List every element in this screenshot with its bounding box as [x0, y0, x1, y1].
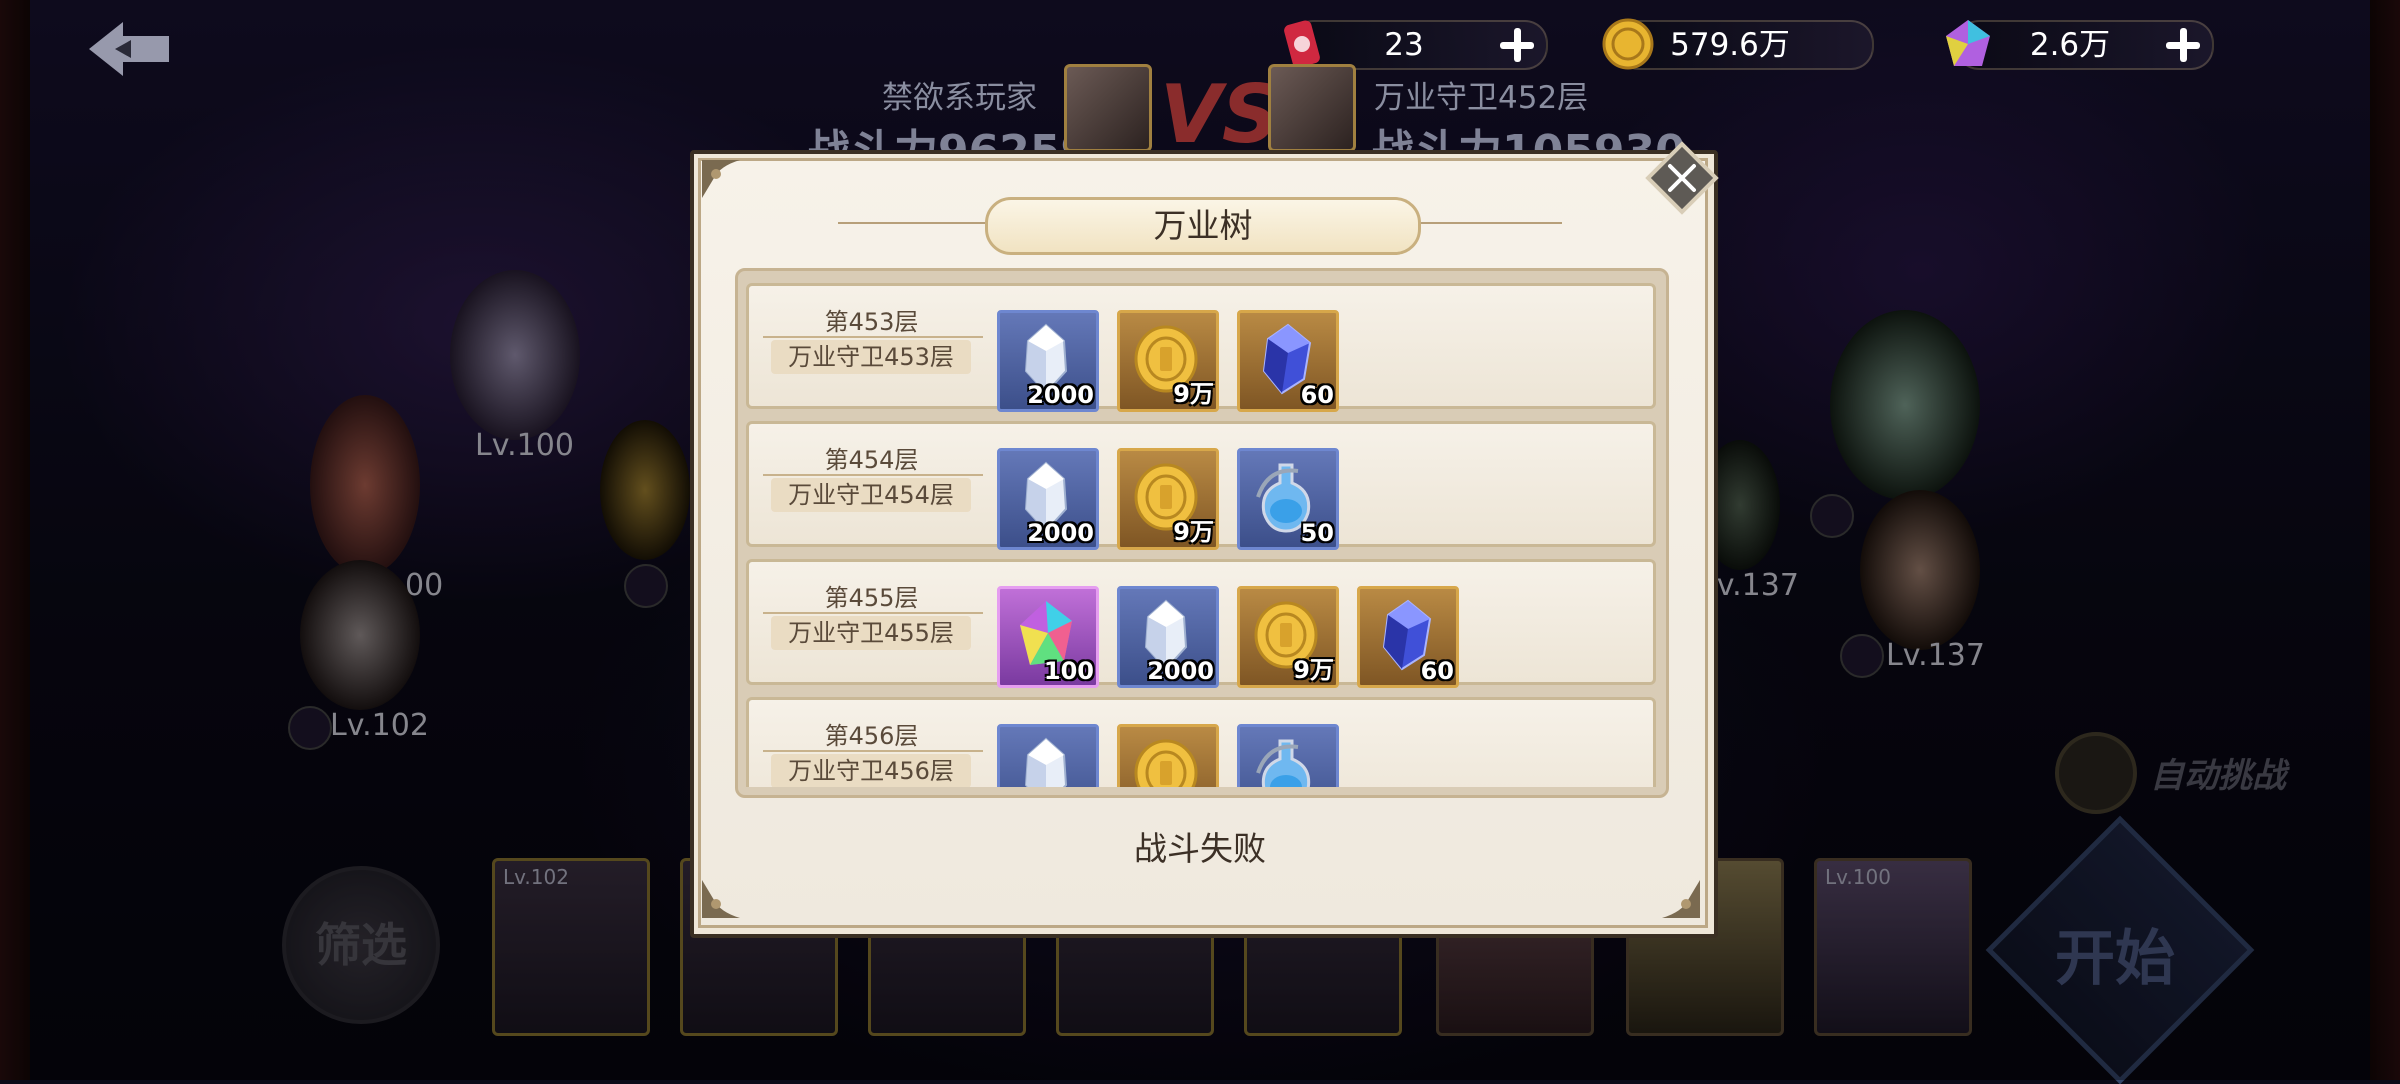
item-quantity: 60	[1420, 657, 1454, 685]
dialog-title: 万业树	[1153, 206, 1253, 245]
gold-value: 579.6万	[1670, 27, 1790, 63]
enemy-avatar	[1268, 64, 1356, 152]
row-divider	[763, 612, 983, 614]
gem-resource: 2.6万	[1946, 20, 2214, 70]
reward-item[interactable]: 50	[1237, 448, 1339, 550]
item-quantity: 2000	[1027, 381, 1094, 409]
reward-item[interactable]: 9万	[1117, 724, 1219, 787]
title-divider	[1412, 222, 1562, 224]
item-quantity: 2000	[1147, 657, 1214, 685]
reward-row: 第456层万业守卫456层 2000 9万 50	[746, 697, 1656, 787]
reward-item[interactable]: 60	[1357, 586, 1459, 688]
vs-label: VS	[1160, 68, 1280, 161]
reward-row: 第455层万业守卫455层 100 2000 9万 60	[746, 559, 1656, 688]
reward-item[interactable]: 60	[1237, 310, 1339, 412]
row-divider	[763, 474, 983, 476]
reward-list[interactable]: 第453层万业守卫453层 2000 9万 60 第454层万业守卫454层 2000 9万…	[735, 268, 1669, 798]
reward-item[interactable]: 9万	[1117, 448, 1219, 550]
floor-label: 第453层	[824, 308, 919, 336]
gem-value: 2.6万	[2029, 27, 2111, 63]
floor-label: 第456层	[824, 722, 919, 750]
row-divider	[763, 336, 983, 338]
reward-item[interactable]: 2000	[1117, 586, 1219, 688]
item-quantity: 9万	[1173, 380, 1214, 408]
add-energy-button[interactable]	[1498, 26, 1536, 64]
player-name: 禁欲系玩家	[882, 80, 1037, 116]
floor-guard-name: 万业守卫455层	[771, 616, 971, 650]
energy-value: 23	[1384, 27, 1424, 63]
reward-item[interactable]: 2000	[997, 310, 1099, 412]
floor-guard-name: 万业守卫453层	[771, 340, 971, 374]
reward-item[interactable]: 100	[997, 586, 1099, 688]
item-quantity: 9万	[1173, 518, 1214, 546]
player-avatar	[1064, 64, 1152, 152]
floor-guard-name: 万业守卫454层	[771, 478, 971, 512]
corner-ornament-icon	[702, 880, 740, 918]
reward-item[interactable]: 50	[1237, 724, 1339, 787]
reward-row: 第454层万业守卫454层 2000 9万 50	[746, 421, 1656, 550]
item-quantity: 9万	[1293, 656, 1334, 684]
enemy-name: 万业守卫452层	[1374, 80, 1589, 116]
reward-list-scroll[interactable]: 第453层万业守卫453层 2000 9万 60 第454层万业守卫454层 2000 9万…	[746, 283, 1658, 787]
corner-ornament-icon	[1662, 880, 1700, 918]
floor-guard-name: 万业守卫456层	[771, 754, 971, 787]
item-quantity: 50	[1300, 519, 1334, 547]
row-divider	[763, 750, 983, 752]
title-divider	[838, 222, 988, 224]
reward-item[interactable]: 2000	[997, 448, 1099, 550]
floor-label: 第455层	[824, 584, 919, 612]
gold-resource: 579.6万	[1602, 18, 1874, 70]
back-arrow-icon[interactable]	[85, 18, 175, 80]
battle-result-text: 战斗失败	[1134, 829, 1266, 868]
item-quantity: 60	[1300, 381, 1334, 409]
item-quantity: 100	[1043, 657, 1094, 685]
reward-item[interactable]: 9万	[1117, 310, 1219, 412]
reward-item[interactable]: 2000	[997, 724, 1099, 787]
floor-label: 第454层	[824, 446, 919, 474]
corner-ornament-icon	[702, 160, 740, 198]
add-gems-button[interactable]	[2164, 26, 2202, 64]
close-icon[interactable]	[1642, 138, 1722, 218]
energy-resource: 23	[1284, 20, 1548, 70]
reward-item[interactable]: 9万	[1237, 586, 1339, 688]
item-quantity: 2000	[1027, 519, 1094, 547]
reward-row: 第453层万业守卫453层 2000 9万 60	[746, 283, 1656, 412]
